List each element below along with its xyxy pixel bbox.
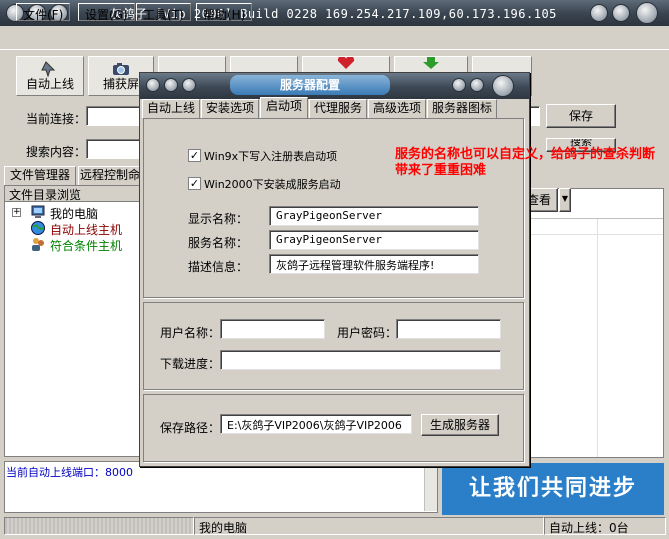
maximize-button[interactable] bbox=[612, 4, 630, 22]
password-label: 用户密码： bbox=[337, 326, 398, 340]
download-progress-bar bbox=[220, 350, 501, 370]
tab-remote-control[interactable]: 远程控制命 bbox=[78, 166, 142, 185]
save-button[interactable]: 保存 bbox=[546, 104, 616, 128]
dialog-minimize-button[interactable] bbox=[452, 78, 466, 92]
current-connection-label: 当前连接： bbox=[26, 112, 87, 126]
save-path-input[interactable]: E:\灰鸽子VIP2006\灰鸽子VIP2006 bbox=[220, 414, 412, 434]
list-grid-line bbox=[527, 218, 663, 219]
status-computer: 我的电脑 bbox=[194, 517, 544, 535]
auto-online-button[interactable]: 自动上线 bbox=[16, 56, 84, 96]
dialog-system-icon[interactable] bbox=[146, 78, 160, 92]
globe-icon bbox=[30, 220, 46, 236]
computer-icon bbox=[30, 204, 46, 220]
expand-icon[interactable]: + bbox=[12, 208, 21, 217]
dialog-title: 服务器配置 bbox=[230, 75, 390, 95]
users-icon bbox=[30, 236, 46, 252]
circle-icon bbox=[182, 78, 196, 92]
win2000-checkbox[interactable]: ✓ bbox=[188, 177, 201, 190]
dialog-close-button[interactable] bbox=[492, 75, 514, 97]
close-button[interactable] bbox=[636, 2, 658, 24]
search-content-label: 搜索内容： bbox=[26, 145, 87, 159]
log-line: 当前自动上线端口：8000 bbox=[6, 466, 133, 479]
auto-online-label: 自动上线 bbox=[25, 77, 74, 91]
current-connection-input[interactable] bbox=[86, 106, 146, 126]
download-progress-label: 下载进度： bbox=[160, 357, 221, 371]
tab-install-options[interactable]: 安装选项 bbox=[201, 99, 259, 118]
username-input[interactable] bbox=[220, 319, 325, 339]
annotation-note: 服务的名称也可以自定义，给鸽子的查杀判断带来了重重困难 bbox=[395, 147, 656, 178]
service-name-input[interactable]: GrayPigeonServer bbox=[269, 230, 479, 250]
description-label: 描述信息： bbox=[188, 260, 249, 274]
save-path-label: 保存路径： bbox=[160, 421, 221, 435]
circle-icon bbox=[164, 78, 178, 92]
generate-server-button[interactable]: 生成服务器 bbox=[421, 414, 499, 436]
tab-server-icon[interactable]: 服务器图标 bbox=[427, 99, 497, 118]
username-label: 用户名称： bbox=[160, 326, 221, 340]
minimize-button[interactable] bbox=[590, 4, 608, 22]
view-dropdown-arrow-icon[interactable]: ▼ bbox=[559, 188, 571, 212]
file-tree-header: 文件目录浏览 bbox=[5, 186, 139, 202]
tab-proxy-service[interactable]: 代理服务 bbox=[309, 99, 367, 118]
dialog-title-bar: 服务器配置 bbox=[140, 73, 529, 99]
host-list-panel bbox=[526, 188, 664, 458]
description-input[interactable]: 灰鸽子远程管理软件服务端程序! bbox=[269, 254, 479, 274]
service-name-label: 服务名称： bbox=[188, 236, 249, 250]
log-scrollbar[interactable] bbox=[424, 463, 437, 511]
tab-auto-online[interactable]: 自动上线 bbox=[142, 99, 200, 118]
download-group bbox=[143, 302, 524, 390]
search-content-input[interactable] bbox=[86, 139, 146, 159]
tab-file-manager[interactable]: 文件管理器 bbox=[4, 166, 76, 185]
tab-startup[interactable]: 启动项 bbox=[260, 97, 308, 119]
tree-item-auto-online-hosts[interactable]: 自动上线主机 bbox=[50, 221, 122, 238]
list-grid-line bbox=[527, 234, 663, 235]
win9x-checkbox-label: Win9x下写入注册表启动项 bbox=[204, 150, 338, 163]
password-input[interactable] bbox=[396, 319, 501, 339]
menu-help[interactable]: 帮助(H) bbox=[196, 3, 253, 22]
display-name-input[interactable]: GrayPigeonServer bbox=[269, 206, 479, 226]
menu-bar bbox=[0, 26, 669, 50]
banner: 让我们共同进步 bbox=[442, 463, 664, 515]
dialog-maximize-button[interactable] bbox=[470, 78, 484, 92]
tree-item-my-computer[interactable]: 我的电脑 bbox=[50, 205, 98, 222]
tab-advanced-options[interactable]: 高级选项 bbox=[368, 99, 426, 118]
menu-settings[interactable]: 设置(G) bbox=[78, 3, 135, 22]
progress-bar bbox=[4, 517, 194, 535]
menu-tools[interactable]: 工具(T) bbox=[136, 3, 191, 22]
menu-file[interactable]: 文件(F) bbox=[16, 3, 71, 22]
display-name-label: 显示名称： bbox=[188, 212, 249, 226]
win9x-checkbox[interactable]: ✓ bbox=[188, 149, 201, 162]
win2000-checkbox-label: Win2000下安装成服务启动 bbox=[204, 178, 341, 191]
tree-item-matching-hosts[interactable]: 符合条件主机 bbox=[50, 237, 122, 254]
list-grid-line bbox=[597, 219, 598, 457]
status-online-count: 自动上线：0台 bbox=[544, 517, 666, 535]
